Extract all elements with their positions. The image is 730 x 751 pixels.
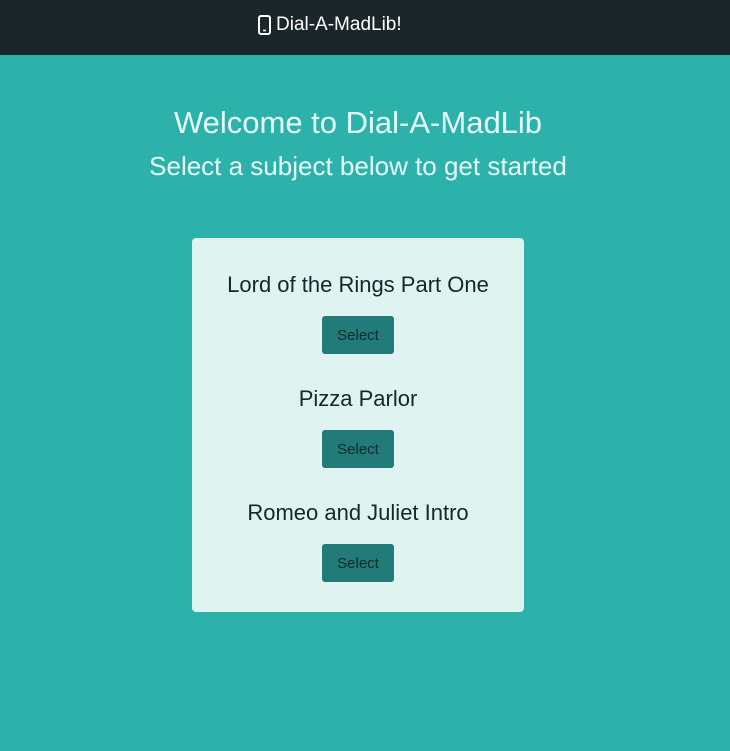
- subject-title: Pizza Parlor: [298, 386, 418, 411]
- page-title: Welcome to Dial-A-MadLib: [173, 105, 543, 140]
- select-button-lord-of-the-rings[interactable]: Select: [322, 316, 394, 354]
- subject-list-card: Lord of the Rings Part One Select Pizza …: [192, 238, 524, 612]
- mobile-phone-icon: [258, 15, 271, 35]
- subject-title: Romeo and Juliet Intro: [247, 500, 469, 525]
- subject-item-romeo-and-juliet: Romeo and Juliet Intro Select: [192, 498, 524, 582]
- select-button-pizza-parlor[interactable]: Select: [322, 430, 394, 468]
- select-button-romeo-and-juliet[interactable]: Select: [322, 544, 394, 582]
- subject-title: Lord of the Rings Part One: [227, 272, 489, 297]
- brand-label: Dial-A-MadLib!: [276, 14, 402, 35]
- subject-item-pizza-parlor: Pizza Parlor Select: [192, 384, 524, 468]
- page-subtitle: Select a subject below to get started: [149, 151, 567, 181]
- brand-link[interactable]: Dial-A-MadLib!: [258, 14, 402, 36]
- navbar: Dial-A-MadLib!: [0, 0, 730, 55]
- subject-item-lord-of-the-rings: Lord of the Rings Part One Select: [192, 270, 524, 354]
